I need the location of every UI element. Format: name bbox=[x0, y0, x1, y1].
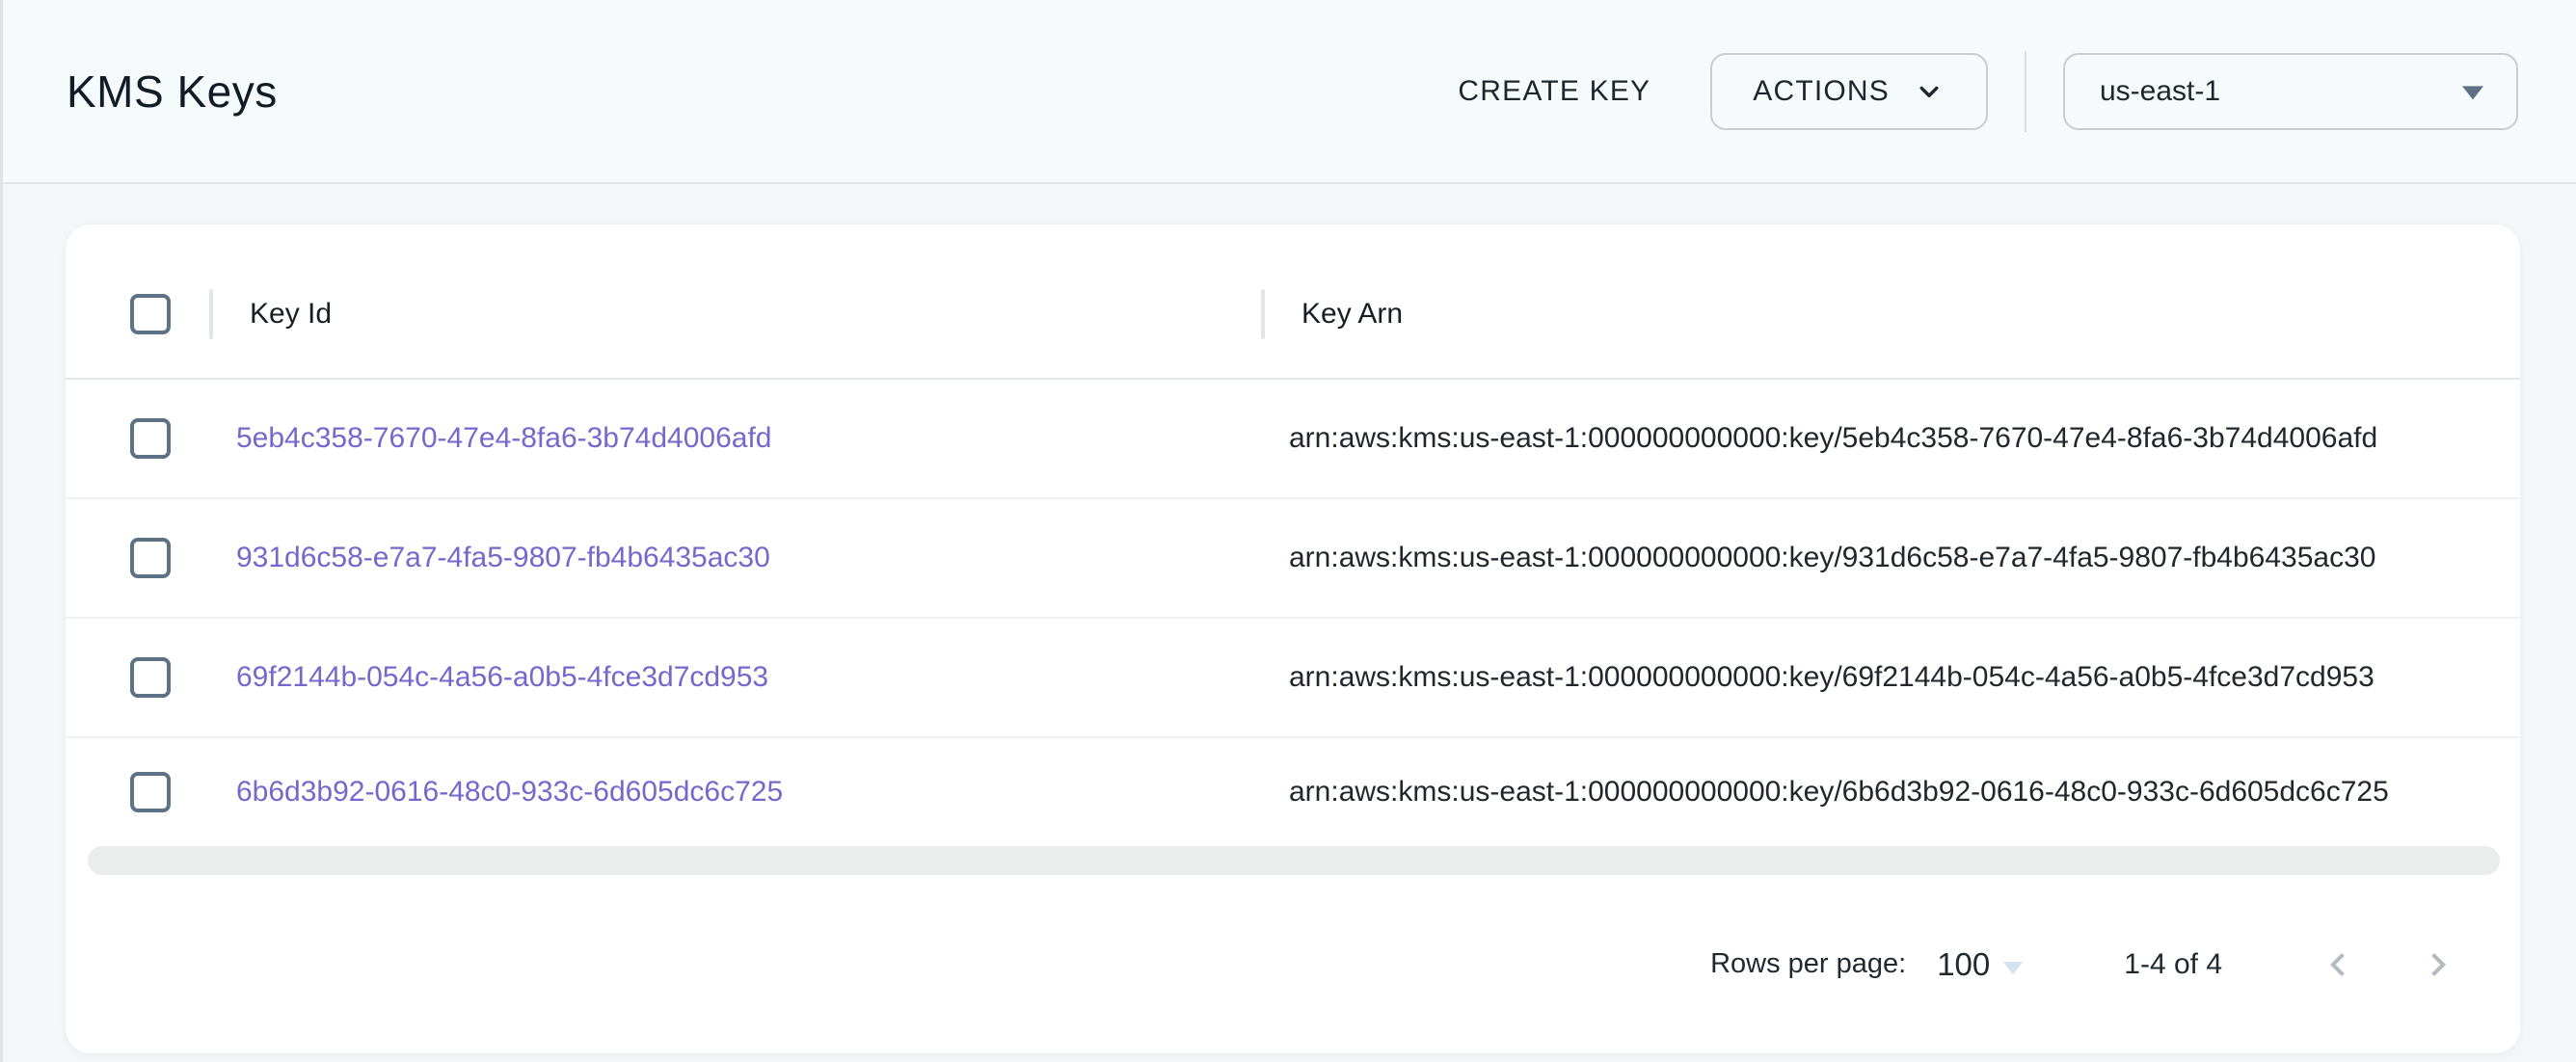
table-footer: Rows per page: 100 1-4 of 4 bbox=[66, 875, 2520, 1053]
column-header-key-arn[interactable]: Key Arn bbox=[1263, 250, 2520, 378]
key-arn-cell: arn:aws:kms:us-east-1:000000000000:key/6… bbox=[1263, 661, 2520, 694]
table-row: 931d6c58-e7a7-4fa5-9807-fb4b6435ac30 arn… bbox=[66, 499, 2520, 619]
table-header-row: Key Id Key Arn bbox=[66, 225, 2520, 380]
row-checkbox-cell bbox=[66, 418, 211, 459]
key-arn-cell: arn:aws:kms:us-east-1:000000000000:key/6… bbox=[1263, 776, 2520, 809]
header-actions: CREATE KEY ACTIONS us-east-1 bbox=[1458, 51, 2518, 132]
key-arn-cell: arn:aws:kms:us-east-1:000000000000:key/9… bbox=[1263, 542, 2520, 574]
region-select[interactable]: us-east-1 bbox=[2063, 53, 2518, 130]
header-vertical-divider bbox=[2025, 51, 2026, 132]
column-header-label: Key Arn bbox=[1301, 298, 1403, 331]
column-separator bbox=[1261, 289, 1265, 339]
key-id-cell: 69f2144b-054c-4a56-a0b5-4fce3d7cd953 bbox=[211, 661, 1263, 694]
key-id-cell: 931d6c58-e7a7-4fa5-9807-fb4b6435ac30 bbox=[211, 542, 1263, 574]
key-id-cell: 6b6d3b92-0616-48c0-933c-6d605dc6c725 bbox=[211, 776, 1263, 809]
key-arn-cell: arn:aws:kms:us-east-1:000000000000:key/5… bbox=[1263, 422, 2520, 455]
column-header-key-id[interactable]: Key Id bbox=[211, 250, 1263, 378]
create-key-button[interactable]: CREATE KEY bbox=[1458, 75, 1650, 108]
prev-page-button[interactable] bbox=[2309, 936, 2367, 994]
row-checkbox[interactable] bbox=[130, 657, 171, 698]
next-page-button[interactable] bbox=[2409, 936, 2467, 994]
actions-button[interactable]: ACTIONS bbox=[1710, 53, 1988, 130]
page-title: KMS Keys bbox=[67, 66, 278, 118]
key-id-cell: 5eb4c358-7670-47e4-8fa6-3b74d4006afd bbox=[211, 422, 1263, 455]
row-checkbox[interactable] bbox=[130, 418, 171, 459]
row-checkbox[interactable] bbox=[130, 538, 171, 578]
select-all-cell bbox=[66, 294, 211, 334]
table-row: 5eb4c358-7670-47e4-8fa6-3b74d4006afd arn… bbox=[66, 380, 2520, 499]
kms-keys-card: Key Id Key Arn 5eb4c358-7670-47e4-8fa6-3… bbox=[66, 225, 2520, 1053]
table-row: 69f2144b-054c-4a56-a0b5-4fce3d7cd953 arn… bbox=[66, 619, 2520, 738]
chevron-right-icon bbox=[2415, 942, 2461, 988]
key-id-link[interactable]: 931d6c58-e7a7-4fa5-9807-fb4b6435ac30 bbox=[236, 542, 770, 573]
dropdown-arrow-icon bbox=[2462, 86, 2483, 99]
table-body: 5eb4c358-7670-47e4-8fa6-3b74d4006afd arn… bbox=[66, 380, 2520, 846]
row-checkbox-cell bbox=[66, 538, 211, 578]
row-checkbox-cell bbox=[66, 772, 211, 812]
row-checkbox[interactable] bbox=[130, 772, 171, 812]
page-header: KMS Keys CREATE KEY ACTIONS us-east-1 bbox=[3, 0, 2576, 184]
chevron-down-icon bbox=[1913, 75, 1945, 108]
region-select-value: us-east-1 bbox=[2100, 75, 2220, 108]
pagination-range-label: 1-4 of 4 bbox=[2124, 948, 2222, 981]
horizontal-scrollbar[interactable] bbox=[88, 846, 2500, 875]
column-header-label: Key Id bbox=[250, 298, 332, 331]
rows-per-page-label: Rows per page: bbox=[1710, 948, 1906, 980]
key-id-link[interactable]: 69f2144b-054c-4a56-a0b5-4fce3d7cd953 bbox=[236, 661, 768, 693]
actions-button-label: ACTIONS bbox=[1753, 75, 1890, 108]
chevron-left-icon bbox=[2315, 942, 2361, 988]
key-id-link[interactable]: 6b6d3b92-0616-48c0-933c-6d605dc6c725 bbox=[236, 776, 783, 808]
table-row: 6b6d3b92-0616-48c0-933c-6d605dc6c725 arn… bbox=[66, 738, 2520, 846]
column-separator bbox=[209, 289, 213, 339]
dropdown-arrow-icon bbox=[2003, 962, 2023, 974]
rows-per-page-select[interactable]: 100 bbox=[1937, 946, 2023, 983]
rows-per-page-value: 100 bbox=[1937, 946, 1990, 983]
key-id-link[interactable]: 5eb4c358-7670-47e4-8fa6-3b74d4006afd bbox=[236, 422, 771, 454]
select-all-checkbox[interactable] bbox=[130, 294, 171, 334]
row-checkbox-cell bbox=[66, 657, 211, 698]
